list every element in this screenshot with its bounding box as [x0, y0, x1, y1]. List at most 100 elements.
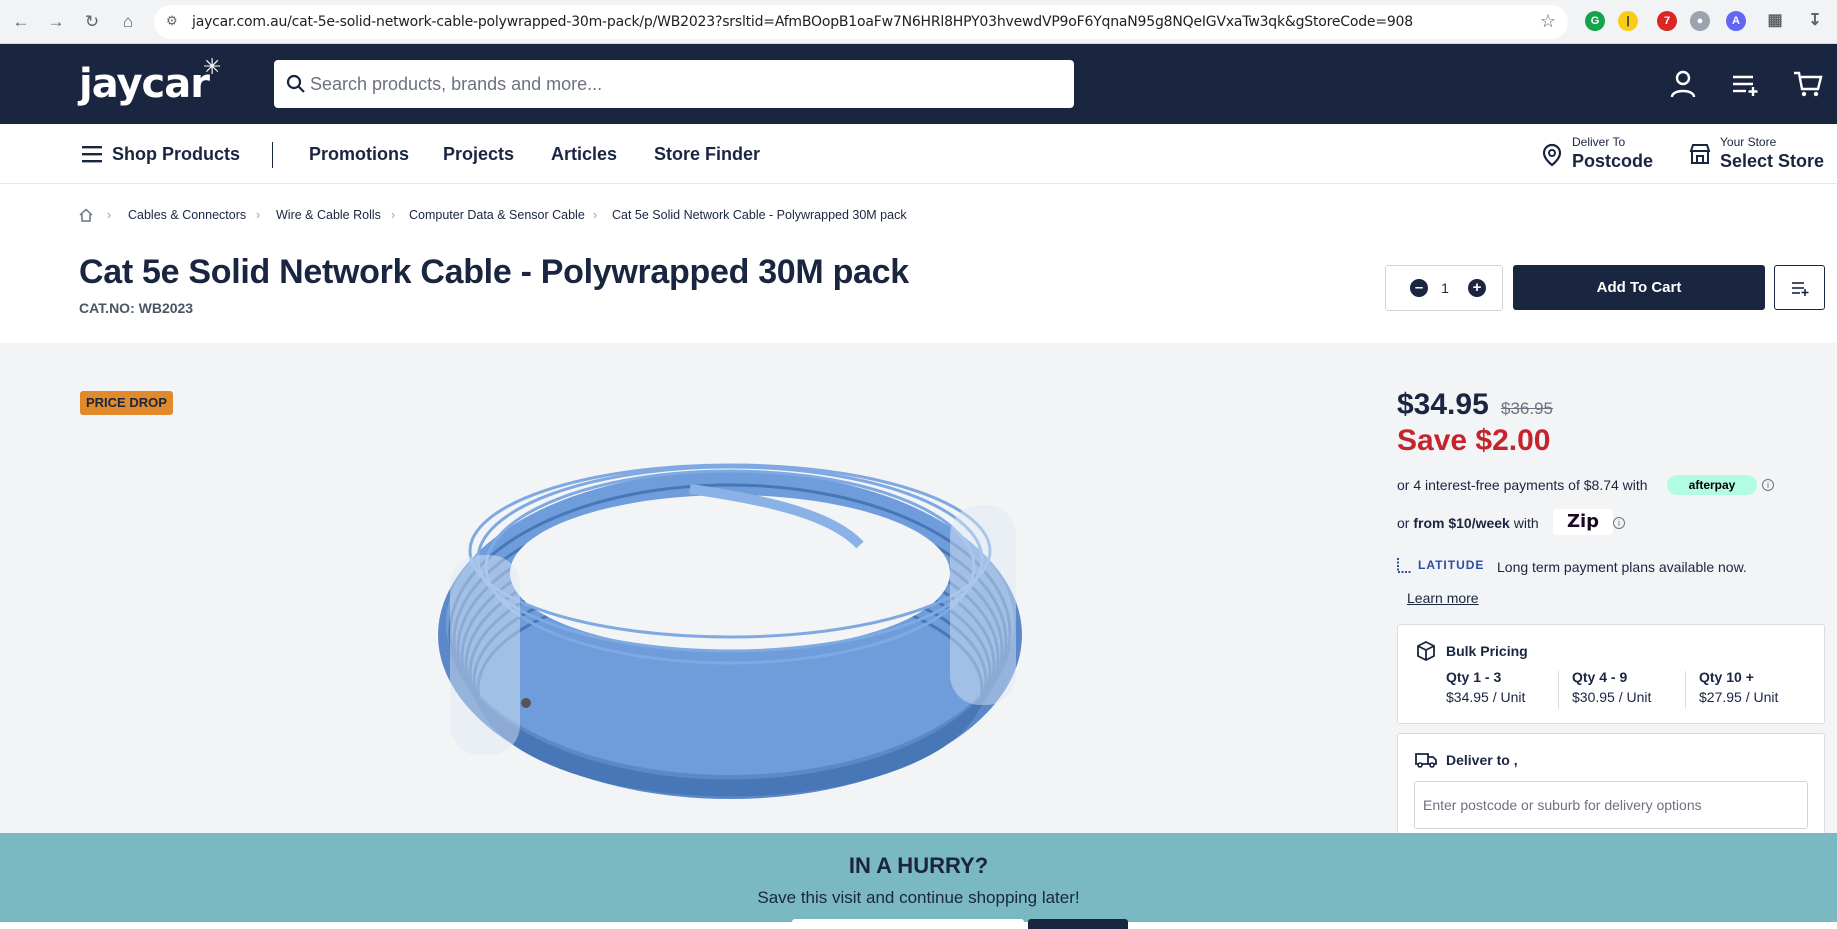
banner-email-input[interactable]: [792, 919, 1024, 929]
breadcrumb-separator-icon: ›: [256, 208, 261, 222]
extension-badge-count: 7: [1663, 15, 1671, 27]
banner-submit-button[interactable]: [1028, 919, 1128, 929]
home-breadcrumb-icon[interactable]: [79, 208, 93, 222]
product-image[interactable]: [430, 455, 1030, 815]
bulk-pricing-title: Bulk Pricing: [1446, 643, 1528, 659]
location-pin-icon[interactable]: [1542, 143, 1562, 167]
shop-products-menu[interactable]: Shop Products: [112, 144, 240, 165]
nav-divider: [272, 142, 273, 168]
add-to-list-button[interactable]: [1774, 265, 1825, 310]
tier-divider: [1558, 671, 1559, 709]
deliver-to-text: Deliver to: [1446, 752, 1510, 768]
box-icon: [1417, 641, 1435, 661]
postcode-selector[interactable]: Postcode: [1572, 151, 1653, 172]
zip-amount: from $10/week: [1413, 515, 1510, 531]
account-icon[interactable]: [1667, 68, 1699, 100]
breadcrumb-item[interactable]: Computer Data & Sensor Cable: [409, 208, 585, 222]
main-navigation: Shop Products Promotions Projects Articl…: [0, 124, 1837, 184]
search-icon: [286, 74, 305, 93]
bulk-tier-price: $34.95 / Unit: [1446, 689, 1526, 705]
bulk-tier-qty: Qty 4 - 9: [1572, 669, 1628, 685]
save-amount: Save $2.00: [1397, 424, 1551, 457]
learn-more-link[interactable]: Learn more: [1407, 590, 1479, 606]
add-to-cart-button[interactable]: Add To Cart: [1513, 265, 1765, 310]
tier-divider: [1685, 671, 1686, 709]
was-price: $36.95: [1501, 399, 1553, 418]
deliver-to-label: Deliver To: [1572, 135, 1626, 149]
save-visit-banner: IN A HURRY? Save this visit and continue…: [0, 833, 1837, 929]
nav-link-store-finder[interactable]: Store Finder: [654, 144, 760, 165]
nav-link-articles[interactable]: Articles: [551, 144, 617, 165]
site-header: jaycar ✳: [0, 44, 1837, 124]
deliver-to-title: Deliver to ,: [1446, 752, 1518, 768]
jaycar-logo[interactable]: jaycar ✳: [79, 55, 221, 107]
nav-link-promotions[interactable]: Promotions: [309, 144, 409, 165]
bulk-tier-price: $27.95 / Unit: [1699, 689, 1779, 705]
camera-extension-icon[interactable]: ●: [1690, 11, 1710, 31]
delivery-truck-icon: [1415, 753, 1437, 768]
search-box[interactable]: [274, 60, 1074, 108]
breadcrumb-item[interactable]: Wire & Cable Rolls: [276, 208, 381, 222]
banner-title: IN A HURRY?: [848, 853, 989, 878]
address-bar[interactable]: ⚙ jaycar.com.au/cat-5e-solid-network-cab…: [154, 5, 1568, 39]
site-info-icon[interactable]: ⚙: [166, 13, 182, 29]
translate-extension-icon[interactable]: A: [1726, 11, 1746, 31]
nav-link-projects[interactable]: Projects: [443, 144, 514, 165]
browser-toolbar: ← → ↻ ⌂ ⚙ jaycar.com.au/cat-5e-solid-net…: [0, 0, 1837, 44]
zip-info-icon[interactable]: i: [1613, 517, 1625, 529]
bulk-tier-price: $30.95 / Unit: [1572, 689, 1652, 705]
afterpay-info-icon[interactable]: i: [1762, 479, 1774, 491]
banner-subtitle: Save this visit and continue shopping la…: [757, 888, 1080, 907]
zip-line: or from $10/week with: [1397, 515, 1539, 531]
afterpay-text: or 4 interest-free payments of $8.74 wit…: [1397, 477, 1648, 493]
product-title: Cat 5e Solid Network Cable - Polywrapped…: [79, 253, 909, 291]
bulk-tier-qty: Qty 1 - 3: [1446, 669, 1502, 685]
search-input[interactable]: [310, 60, 1050, 108]
grammarly-extension-icon[interactable]: G: [1585, 11, 1605, 31]
breadcrumb-separator-icon: ›: [107, 208, 112, 222]
catalogue-number: CAT.NO: WB2023: [79, 300, 194, 316]
bulk-tier-qty: Qty 10 +: [1699, 669, 1754, 685]
store-icon[interactable]: [1688, 143, 1712, 165]
hamburger-menu-icon[interactable]: [82, 145, 102, 163]
latitude-logo-icon: [1397, 558, 1412, 573]
highlighter-extension-icon[interactable]: |: [1618, 11, 1638, 31]
postcode-input[interactable]: [1414, 781, 1808, 829]
reload-icon[interactable]: ↻: [80, 10, 104, 34]
add-to-list-small-icon: [1792, 282, 1809, 296]
bulk-tier: Qty 4 - 9 $30.95 / Unit: [1572, 669, 1651, 709]
breadcrumb-item[interactable]: Cables & Connectors: [128, 208, 246, 222]
price-drop-badge: PRICE DROP: [80, 391, 173, 415]
bulk-pricing-panel: Bulk Pricing Qty 1 - 3 $34.95 / Unit Qty…: [1397, 624, 1825, 724]
select-store-button[interactable]: Select Store: [1720, 151, 1824, 172]
cart-icon[interactable]: [1792, 68, 1824, 100]
decrease-quantity-button[interactable]: –: [1410, 279, 1428, 297]
latitude-logo: LATITUDE: [1418, 558, 1485, 572]
bulk-tier: Qty 10 + $27.95 / Unit: [1699, 669, 1778, 709]
url-text: jaycar.com.au/cat-5e-solid-network-cable…: [192, 14, 1413, 30]
quantity-value[interactable]: 1: [1436, 280, 1454, 296]
increase-quantity-button[interactable]: +: [1468, 279, 1486, 297]
zip-prefix: or: [1397, 515, 1410, 531]
bookmark-star-icon[interactable]: ☆: [1540, 11, 1556, 32]
current-price: $34.95: [1397, 388, 1489, 421]
afterpay-logo: afterpay: [1667, 475, 1757, 495]
downloads-icon[interactable]: ↧: [1805, 11, 1825, 31]
breadcrumb-current: Cat 5e Solid Network Cable - Polywrapped…: [612, 208, 907, 222]
your-store-label: Your Store: [1720, 135, 1777, 149]
bulk-tier: Qty 1 - 3 $34.95 / Unit: [1446, 669, 1525, 709]
deliver-to-suffix: ,: [1513, 752, 1518, 768]
home-icon[interactable]: ⌂: [116, 10, 140, 34]
latitude-text: Long term payment plans available now.: [1497, 559, 1747, 575]
extensions-puzzle-icon[interactable]: ▦: [1765, 11, 1785, 31]
add-to-list-icon[interactable]: [1729, 68, 1761, 100]
back-icon[interactable]: ←: [9, 10, 33, 34]
quantity-stepper: – 1 +: [1385, 265, 1503, 311]
breadcrumb-separator-icon: ›: [593, 208, 598, 222]
forward-icon[interactable]: →: [44, 10, 68, 34]
extension-badge-icon[interactable]: 7: [1657, 11, 1677, 31]
logo-spark-icon: ✳: [203, 55, 221, 80]
breadcrumb-separator-icon: ›: [391, 208, 396, 222]
logo-text: jaycar: [79, 61, 210, 107]
zip-with: with: [1513, 515, 1539, 531]
